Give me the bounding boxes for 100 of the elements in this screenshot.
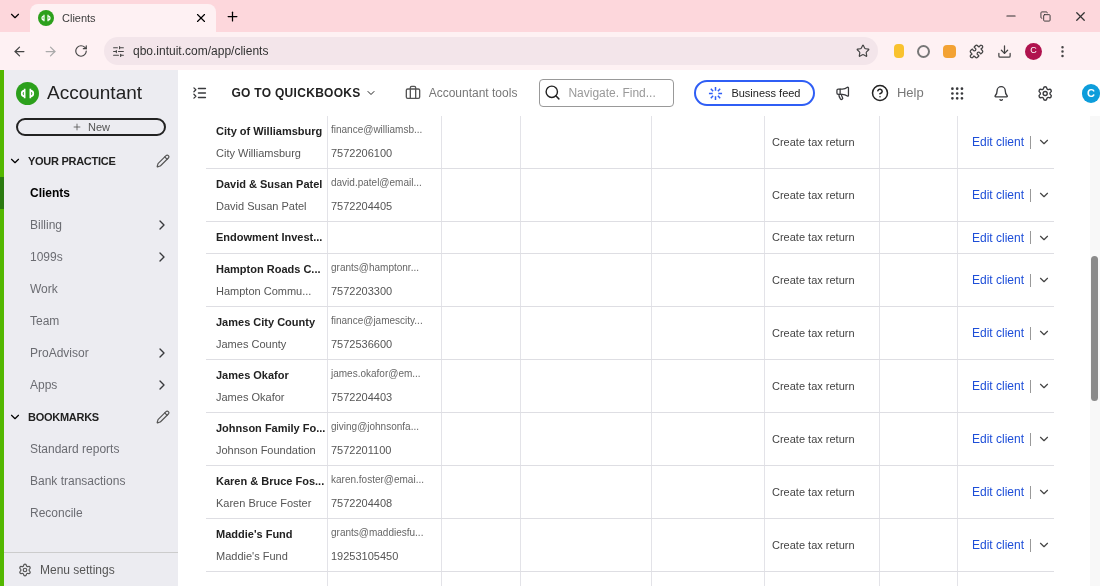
address-bar[interactable]: qbo.intuit.com/app/clients [104, 37, 878, 65]
sidebar-item[interactable]: Billing [4, 209, 178, 241]
contact-name: City Williamsburg [216, 146, 302, 161]
briefcase-icon [404, 85, 421, 101]
qb-logo-icon [38, 10, 54, 26]
email-text: karen.foster@emai... [331, 473, 425, 488]
edit-client-link[interactable]: Edit client [972, 133, 1025, 151]
phone-text: 7572204408 [331, 496, 394, 512]
browser-tab[interactable]: Clients [30, 4, 216, 32]
search-field[interactable]: Navigate. Find... [539, 79, 675, 107]
sidebar-item[interactable]: Bank transactions [4, 465, 178, 497]
business-feed-button[interactable]: Business feed [694, 80, 815, 106]
edit-client-link[interactable]: Edit client [972, 430, 1025, 448]
contact-name: James Okafor [216, 390, 286, 405]
edit-client-link[interactable]: Edit client [972, 228, 1025, 247]
product-name: Accountant [47, 80, 143, 105]
edit-client-link[interactable]: Edit client [972, 377, 1025, 395]
client-name[interactable]: Maddie's Fund [216, 525, 327, 542]
plus-icon [72, 122, 82, 132]
restore-icon[interactable] [1040, 10, 1051, 22]
edit-icon[interactable] [156, 154, 170, 168]
create-tax-return-link[interactable]: Create tax return [772, 186, 855, 204]
sidebar-item[interactable]: Reconcile [4, 497, 178, 529]
section-title: BOOKMARKS [28, 409, 99, 425]
client-name[interactable]: Karen & Bruce Fos... [216, 472, 327, 489]
collapse-menu-icon[interactable] [192, 85, 208, 101]
client-name[interactable]: James City County [216, 313, 327, 330]
help-button[interactable]: Help [870, 83, 924, 103]
email-text: finance@jamescity... [331, 314, 424, 329]
email-text: giving@johnsonfa... [331, 420, 420, 435]
contact-name: Johnson Foundation [216, 443, 317, 458]
create-tax-return-link[interactable]: Create tax return [772, 377, 855, 395]
site-info-icon[interactable] [112, 44, 125, 58]
extension-icon[interactable] [917, 44, 930, 58]
create-tax-return-link[interactable]: Create tax return [772, 271, 855, 289]
phone-text: 19253105450 [331, 549, 400, 565]
contact-name: Karen Bruce Foster [216, 496, 313, 511]
phone-text: 7572203300 [331, 284, 394, 300]
client-name[interactable]: David & Susan Patel [216, 175, 327, 192]
go-to-quickbooks-menu[interactable]: GO TO QUICKBOOKS [231, 84, 377, 102]
edit-client-link[interactable]: Edit client [972, 536, 1025, 554]
scrollbar[interactable] [1090, 116, 1100, 586]
new-tab-icon[interactable] [224, 8, 240, 24]
accountant-tools-button[interactable]: Accountant tools [404, 84, 518, 102]
notifications-icon[interactable] [993, 84, 1010, 102]
client-name[interactable]: Endowment Invest... [216, 229, 327, 246]
sidebar-item[interactable]: Apps [4, 369, 178, 401]
url-text: qbo.intuit.com/app/clients [133, 43, 270, 60]
email-text: grants@hamptonr... [331, 261, 420, 276]
sidebar-item[interactable]: Standard reports [4, 433, 178, 465]
sidebar-item[interactable]: Team [4, 305, 178, 337]
contact-name: Maddie's Fund [216, 549, 289, 564]
sidebar-item[interactable]: Work [4, 273, 178, 305]
client-name[interactable]: Johnson Family Fo... [216, 419, 327, 436]
menu-settings-link[interactable]: Menu settings [40, 560, 115, 579]
settings-icon[interactable] [1037, 84, 1054, 102]
edit-icon[interactable] [156, 410, 170, 424]
sparkle-icon [708, 85, 724, 101]
edit-client-link[interactable]: Edit client [972, 483, 1025, 501]
new-button[interactable]: New [16, 118, 166, 136]
settings-icon[interactable] [18, 562, 32, 577]
help-icon [870, 84, 889, 102]
email-text: james.okafor@em... [331, 367, 422, 382]
phone-text: 7572201100 [331, 443, 393, 459]
apps-grid-icon[interactable] [948, 84, 965, 102]
back-icon[interactable] [12, 43, 27, 59]
create-tax-return-link[interactable]: Create tax return [772, 483, 855, 501]
search-icon [544, 84, 562, 101]
create-tax-return-link[interactable]: Create tax return [772, 324, 855, 342]
email-text: finance@williamsb... [331, 123, 424, 138]
email-text: david.patel@email... [331, 176, 423, 191]
phone-text: 7572204403 [331, 390, 394, 406]
contact-name: James County [216, 337, 288, 352]
create-tax-return-link[interactable]: Create tax return [772, 430, 855, 448]
contact-name: Hampton Commu... [216, 284, 313, 299]
sidebar-item[interactable]: 1099s [4, 241, 178, 273]
phone-text: 7572536600 [331, 337, 394, 353]
section-title: YOUR PRACTICE [28, 153, 116, 169]
close-icon[interactable] [194, 11, 208, 25]
contact-name: David Susan Patel [216, 199, 308, 214]
client-name[interactable]: City of Williamsburg [216, 122, 327, 139]
edit-client-link[interactable]: Edit client [972, 324, 1025, 342]
profile-avatar[interactable]: C [1025, 42, 1042, 60]
extensions-icon[interactable] [969, 43, 984, 59]
create-tax-return-link[interactable]: Create tax return [772, 229, 855, 246]
edit-client-link[interactable]: Edit client [972, 271, 1025, 289]
download-icon[interactable] [997, 43, 1012, 59]
client-name[interactable]: James Okafor [216, 366, 327, 383]
tab-title: Clients [62, 10, 97, 26]
edit-client-link[interactable]: Edit client [972, 186, 1025, 204]
client-name[interactable]: Hampton Roads C... [216, 260, 327, 277]
qb-logo-icon [16, 81, 39, 105]
sidebar-item[interactable]: ProAdvisor [4, 337, 178, 369]
email-text: grants@maddiesfu... [331, 526, 425, 541]
megaphone-icon[interactable] [834, 85, 850, 101]
phone-text: 7572204405 [331, 199, 394, 215]
bookmark-star-icon[interactable] [856, 44, 870, 58]
create-tax-return-link[interactable]: Create tax return [772, 133, 855, 151]
reload-icon[interactable] [74, 44, 88, 58]
create-tax-return-link[interactable]: Create tax return [772, 536, 855, 554]
